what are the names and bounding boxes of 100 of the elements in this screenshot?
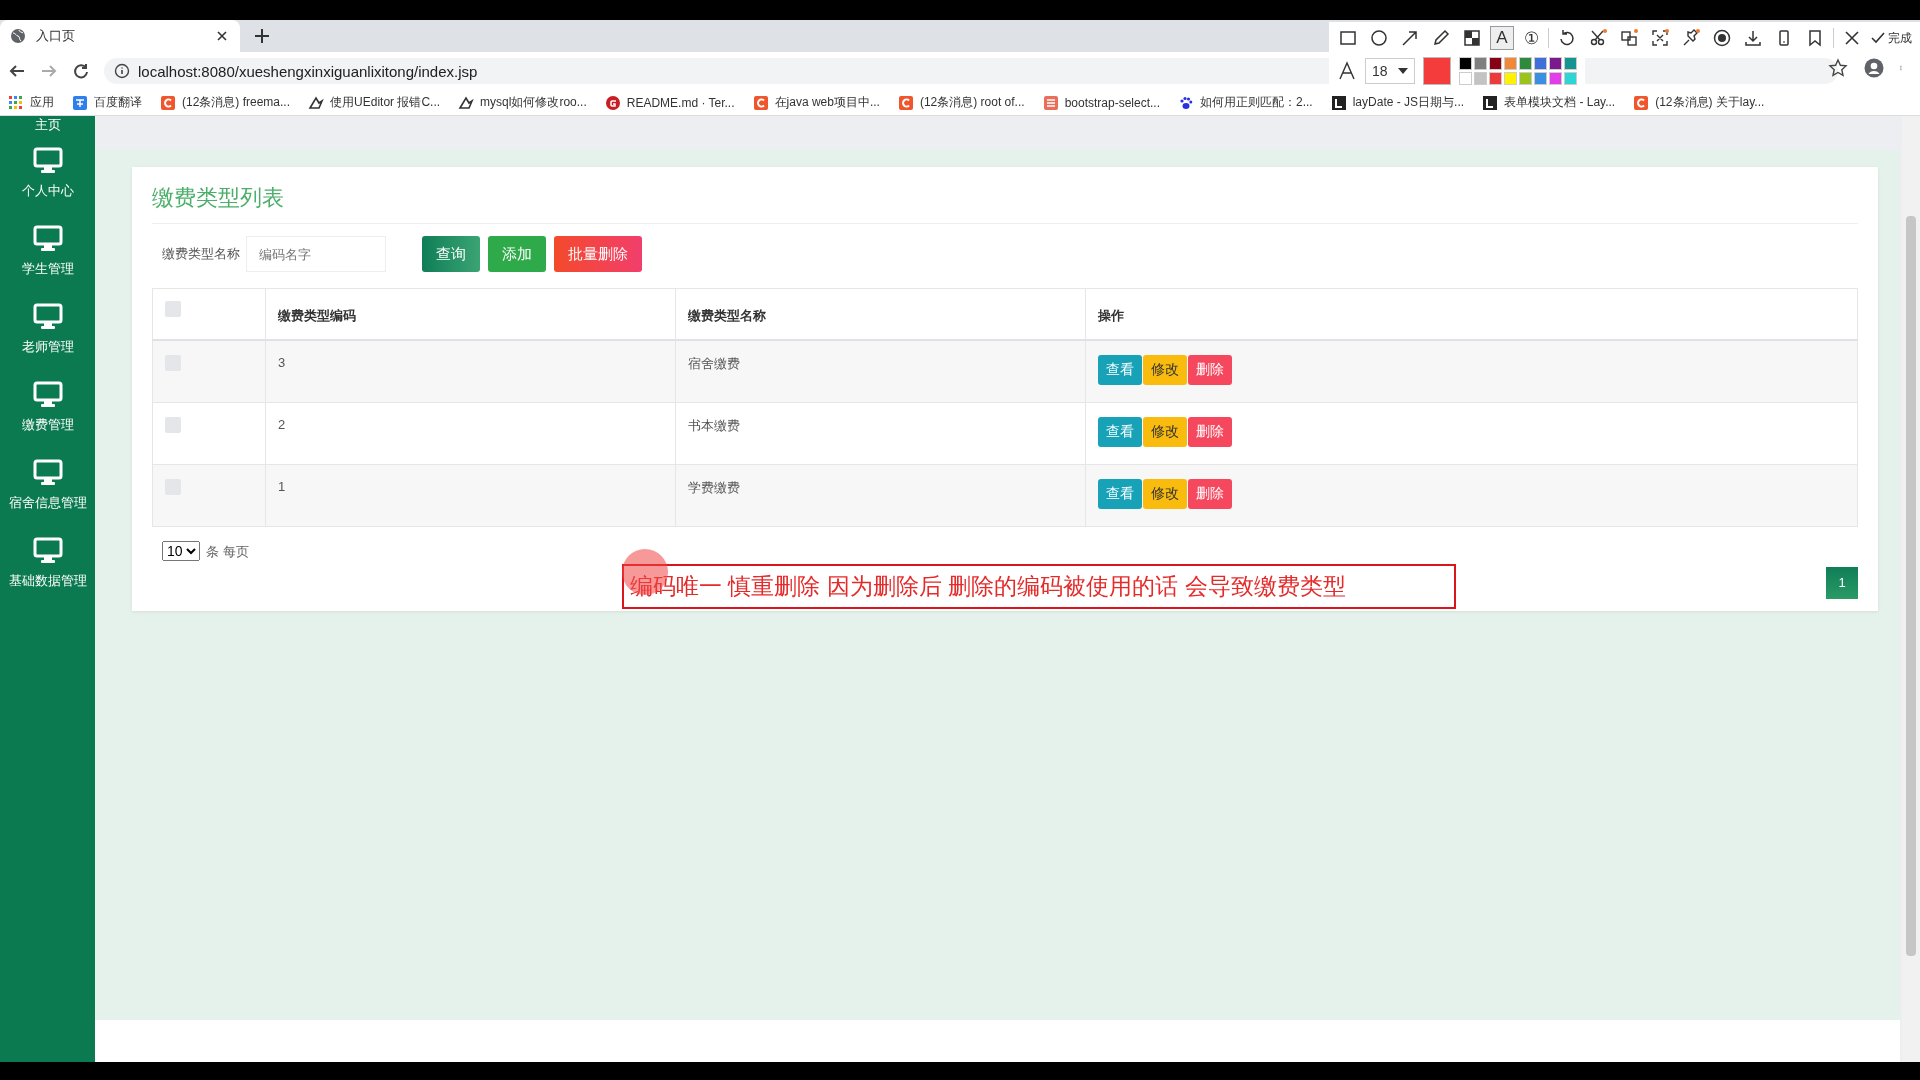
bookmark-item[interactable]: layDate - JS日期与... [1330,94,1465,111]
monitor-icon [32,224,63,254]
current-color-swatch[interactable] [1422,57,1451,85]
bookmark-item[interactable]: 表单模块文档 - Lay... [1482,94,1616,111]
monitor-icon [32,302,63,332]
bookmark-item[interactable]: (12条消息) freema... [160,94,291,111]
url-text: localhost:8080/xueshengxinxiguanlixitong/index.jsp [138,62,478,80]
translate-icon [72,94,88,111]
bookmark-item[interactable]: (12条消息) root of... [897,94,1025,111]
color-swatch[interactable] [1533,57,1547,70]
arrow-icon[interactable] [1400,28,1420,48]
sidebar-item[interactable]: 老师管理 [0,290,95,368]
color-swatch[interactable] [1518,57,1532,70]
delete-button[interactable]: 删除 [1188,355,1232,385]
panel-title: 缴费类型列表 [152,183,1858,224]
globe-icon [10,28,26,44]
monitor-icon [32,536,63,566]
column-header: 缴费类型编码 [278,308,356,323]
color-swatch[interactable] [1563,57,1577,70]
number-tool[interactable]: ① [1519,26,1543,50]
bookmark-item[interactable]: 百度翻译 [72,94,142,111]
bookmark-item[interactable]: 在java web项目中... [752,94,880,111]
text-tool[interactable]: A [1490,26,1514,50]
monitor-icon [32,380,63,410]
reload-icon[interactable] [72,62,90,80]
color-swatch[interactable] [1503,57,1517,70]
row-checkbox[interactable] [165,416,181,433]
apps-icon[interactable] [8,94,24,111]
color-swatch[interactable] [1548,72,1562,85]
color-swatch[interactable] [1473,72,1487,85]
info-icon[interactable] [114,63,130,79]
search-field[interactable]: 编码名字 [246,236,386,272]
record-icon[interactable] [1712,28,1732,48]
font-size-icon [1337,61,1357,81]
star-icon[interactable] [1828,58,1848,78]
undo-icon[interactable] [1557,28,1577,48]
column-header: 操作 [1098,308,1124,323]
sidebar-item[interactable]: 个人中心 [0,134,95,212]
paw-icon [1178,94,1194,111]
annotation-box: 编码唯一 慎重删除 因为删除后 删除的编码被使用的话 会导致缴费类型 [622,564,1456,609]
page-size-select[interactable]: 10 [162,540,200,561]
table-cell: 学费缴费 [688,479,740,495]
bookmark-item[interactable]: bootstrap-select... [1042,94,1160,111]
pencil-icon[interactable] [1431,28,1451,48]
table-cell: 1 [278,478,286,494]
bookmark-item[interactable]: 应用 [8,94,54,111]
color-swatch[interactable] [1533,72,1547,85]
done-button[interactable]: 完成 [1870,29,1912,47]
monitor-icon [32,146,63,176]
l-logo-icon [1330,94,1347,111]
color-swatch[interactable] [1548,57,1562,70]
select-all-checkbox[interactable] [165,301,181,317]
browser-tab[interactable]: 入口页 [0,20,240,52]
query-button[interactable]: 查询 [422,236,480,272]
sidebar-item[interactable]: 宿舍信息管理 [0,446,95,524]
bookmark-item[interactable]: 使用UEditor 报错C... [308,94,441,111]
check-icon [1870,30,1886,46]
bookmark-item[interactable]: (12条消息) 关于lay... [1633,94,1765,111]
bookmark-item[interactable]: 如何用正则匹配：2... [1178,94,1313,111]
c-logo-icon [752,94,769,111]
delete-button[interactable]: 删除 [1188,478,1232,509]
color-swatch[interactable] [1458,57,1472,70]
table-cell: 3 [278,355,286,370]
sidebar-item[interactable]: 基础数据管理 [0,524,95,602]
circle-icon[interactable] [1369,28,1389,48]
pin-icon[interactable] [1681,28,1701,48]
color-swatch[interactable] [1503,72,1517,85]
edit-button[interactable]: 修改 [1143,478,1187,509]
page-button[interactable]: 1 [1826,566,1858,599]
delete-button[interactable]: 删除 [1188,416,1232,447]
color-swatch[interactable] [1488,72,1502,85]
batch-delete-button[interactable]: 批量删除 [554,236,642,272]
overlap-squares-icon[interactable] [1619,28,1639,48]
bookmark-item[interactable]: README.md · Ter... [604,94,735,111]
bookmark-item[interactable]: mysql如何修改roo... [458,94,587,111]
avatar-icon[interactable] [1864,58,1884,78]
table-cell: 2 [278,416,286,432]
font-size-select[interactable]: 18 [1365,58,1415,84]
rectangle-icon[interactable] [1338,28,1358,48]
page-size-label: 条 每页 [206,542,249,561]
new-tab-icon[interactable] [252,26,272,46]
scissors-icon[interactable] [1588,28,1608,48]
color-swatch[interactable] [1518,72,1532,85]
sidebar-item[interactable]: 主页 [34,116,61,134]
edit-button[interactable]: 修改 [1143,416,1187,447]
expand-icon[interactable] [1650,28,1670,48]
sidebar-item[interactable]: 缴费管理 [0,368,95,446]
g-logo-icon [604,94,621,111]
c-logo-icon [1633,94,1650,111]
download-icon[interactable] [1743,28,1763,48]
sidebar-item[interactable]: 学生管理 [0,212,95,290]
bird-icon [308,94,325,111]
color-swatch[interactable] [1473,57,1487,70]
color-swatch[interactable] [1563,72,1577,85]
bird-icon [458,94,475,111]
scrollbar[interactable] [1902,116,1920,1062]
color-swatch[interactable] [1458,72,1472,85]
mosaic-icon[interactable] [1462,28,1482,48]
edit-button[interactable]: 修改 [1143,355,1187,385]
color-swatch[interactable] [1488,57,1502,70]
